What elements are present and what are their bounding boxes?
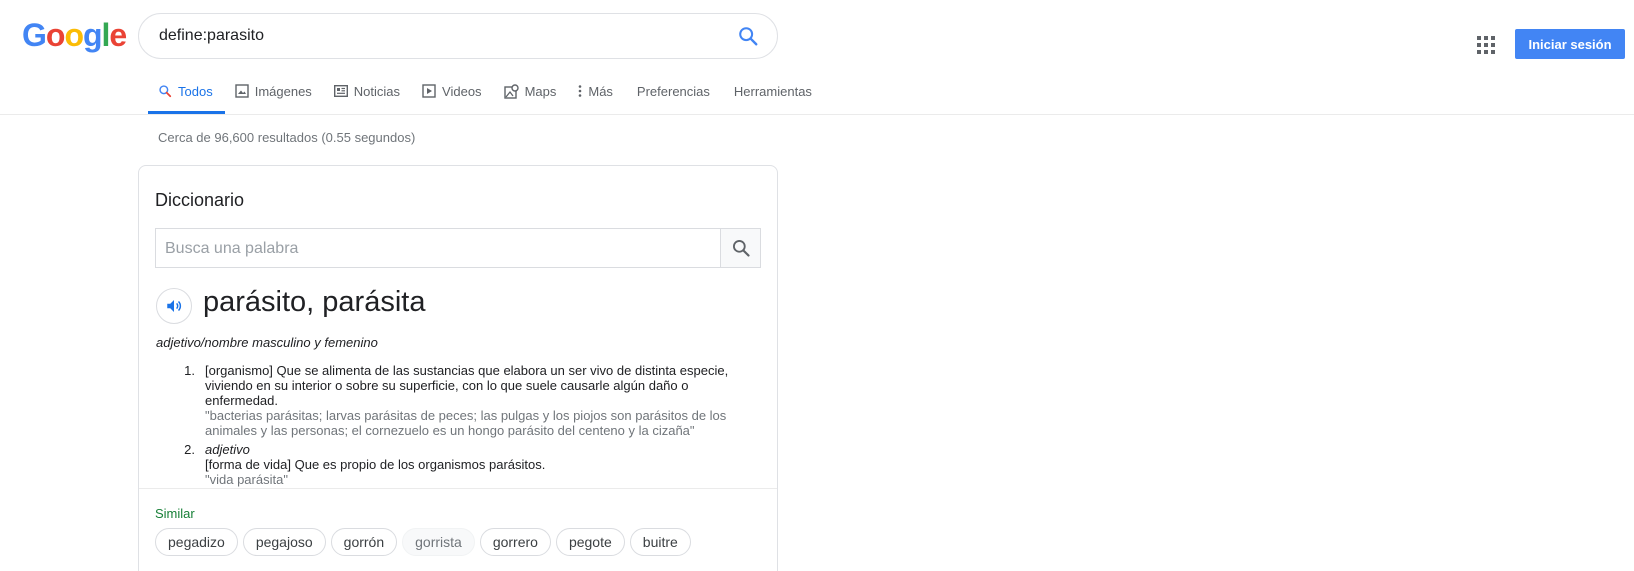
- map-icon: [503, 83, 519, 99]
- definition-text: [organismo] Que se alimenta de las susta…: [205, 363, 729, 408]
- logo-letter: e: [109, 17, 127, 53]
- definition-number: 1.: [184, 363, 195, 378]
- similar-chip[interactable]: pegajoso: [242, 528, 326, 556]
- similar-chip[interactable]: gorrero: [479, 528, 551, 556]
- tab-imagenes[interactable]: Imágenes: [225, 78, 324, 114]
- part-of-speech: adjetivo/nombre masculino y femenino: [156, 335, 378, 350]
- header-divider: [0, 114, 1634, 115]
- image-icon: [235, 84, 249, 98]
- tab-preferencias[interactable]: Preferencias: [625, 78, 722, 114]
- news-icon: [333, 85, 348, 97]
- video-icon: [422, 84, 436, 98]
- tab-label: Más: [588, 83, 613, 99]
- tab-label: Todos: [178, 83, 213, 99]
- signin-button[interactable]: Iniciar sesión: [1515, 29, 1625, 59]
- tab-mas[interactable]: Más: [568, 78, 625, 114]
- tab-herramientas[interactable]: Herramientas: [722, 78, 824, 114]
- search-input[interactable]: define:parasito: [138, 13, 778, 59]
- search-icon[interactable]: [737, 25, 759, 47]
- tab-noticias[interactable]: Noticias: [324, 78, 412, 114]
- speaker-icon: [167, 300, 182, 312]
- logo-letter: l: [101, 17, 111, 53]
- tab-videos[interactable]: Videos: [412, 78, 494, 114]
- tab-label: Imágenes: [254, 83, 312, 99]
- more-vert-icon: [579, 85, 582, 97]
- similar-chip[interactable]: pegadizo: [155, 528, 238, 556]
- definition-text: [forma de vida] Que es propio de los org…: [205, 457, 546, 472]
- similar-chip: gorrista: [402, 528, 475, 556]
- dictionary-card: Diccionario Busca una palabra parásito, …: [138, 165, 778, 571]
- similar-chips: pegadizo pegajoso gorrón gorrista gorrer…: [155, 528, 696, 556]
- tab-label: Herramientas: [733, 83, 812, 99]
- tab-label: Videos: [442, 83, 482, 99]
- search-query-text: define:parasito: [159, 27, 264, 44]
- search-tabs: Todos Imágenes Noticias Videos Maps Más …: [148, 78, 824, 114]
- logo-letter: o: [64, 17, 84, 53]
- tab-label: Maps: [524, 83, 557, 99]
- similar-chip[interactable]: gorrón: [330, 528, 398, 556]
- logo-letter: G: [22, 17, 47, 53]
- definition-item: 2. adjetivo [forma de vida] Que es propi…: [177, 442, 757, 487]
- similar-chip[interactable]: pegote: [555, 528, 625, 556]
- logo-letter: g: [82, 17, 103, 53]
- definition-example: "bacterias parásitas; larvas parásitas d…: [205, 408, 727, 438]
- search-icon: [732, 240, 750, 257]
- tab-todos[interactable]: Todos: [148, 78, 225, 114]
- card-title: Diccionario: [155, 190, 245, 210]
- tab-label: Preferencias: [636, 83, 710, 99]
- logo-letter: o: [45, 17, 66, 53]
- section-divider: [139, 488, 777, 489]
- similar-chip[interactable]: buitre: [629, 528, 691, 556]
- google-logo[interactable]: Google: [22, 17, 127, 53]
- dictionary-search-field[interactable]: Busca una palabra: [155, 228, 761, 268]
- definition-item: 1. [organismo] Que se alimenta de las su…: [177, 363, 757, 438]
- tab-label: Noticias: [353, 83, 401, 99]
- definition-example: "vida parásita": [205, 472, 288, 487]
- definitions-list: 1. [organismo] Que se alimenta de las su…: [177, 363, 757, 491]
- definition-label: adjetivo: [205, 442, 250, 457]
- result-stats: Cerca de 96,600 resultados (0.55 segundo…: [158, 130, 416, 145]
- dictionary-search-button[interactable]: [720, 229, 760, 267]
- tab-maps[interactable]: Maps: [494, 78, 569, 114]
- dictionary-search-placeholder: Busca una palabra: [165, 240, 299, 257]
- headword: parásito, parásita: [203, 286, 426, 318]
- definition-number: 2.: [184, 442, 195, 457]
- pronunciation-button[interactable]: [156, 288, 192, 324]
- search-icon: [159, 85, 172, 98]
- apps-grid-icon[interactable]: [1477, 36, 1495, 54]
- similar-label: Similar: [155, 506, 195, 521]
